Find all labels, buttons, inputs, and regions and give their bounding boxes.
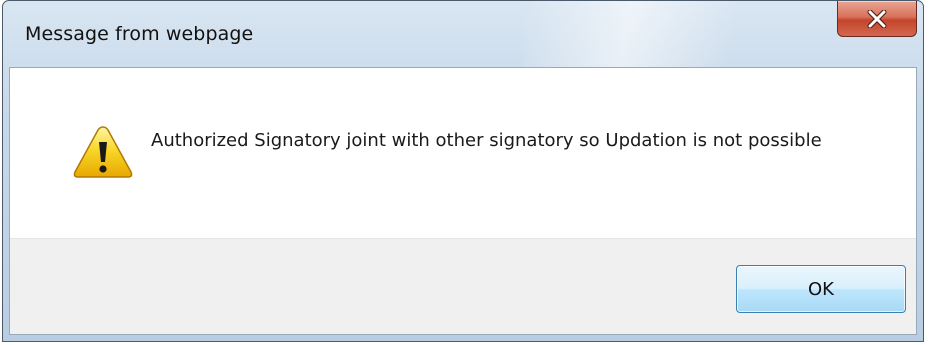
button-bar: OK	[10, 238, 916, 334]
warning-icon	[73, 126, 133, 178]
dialog-window: Message from webpage Authorized Signator…	[2, 0, 924, 342]
close-button[interactable]	[837, 1, 917, 37]
title-bar[interactable]: Message from webpage	[3, 1, 923, 67]
dialog-title: Message from webpage	[25, 23, 254, 45]
close-icon	[867, 9, 887, 28]
dialog-message: Authorized Signatory joint with other si…	[151, 130, 822, 151]
ok-button[interactable]: OK	[736, 265, 906, 313]
message-area: Authorized Signatory joint with other si…	[10, 68, 916, 238]
dialog-body: Authorized Signatory joint with other si…	[9, 67, 917, 335]
